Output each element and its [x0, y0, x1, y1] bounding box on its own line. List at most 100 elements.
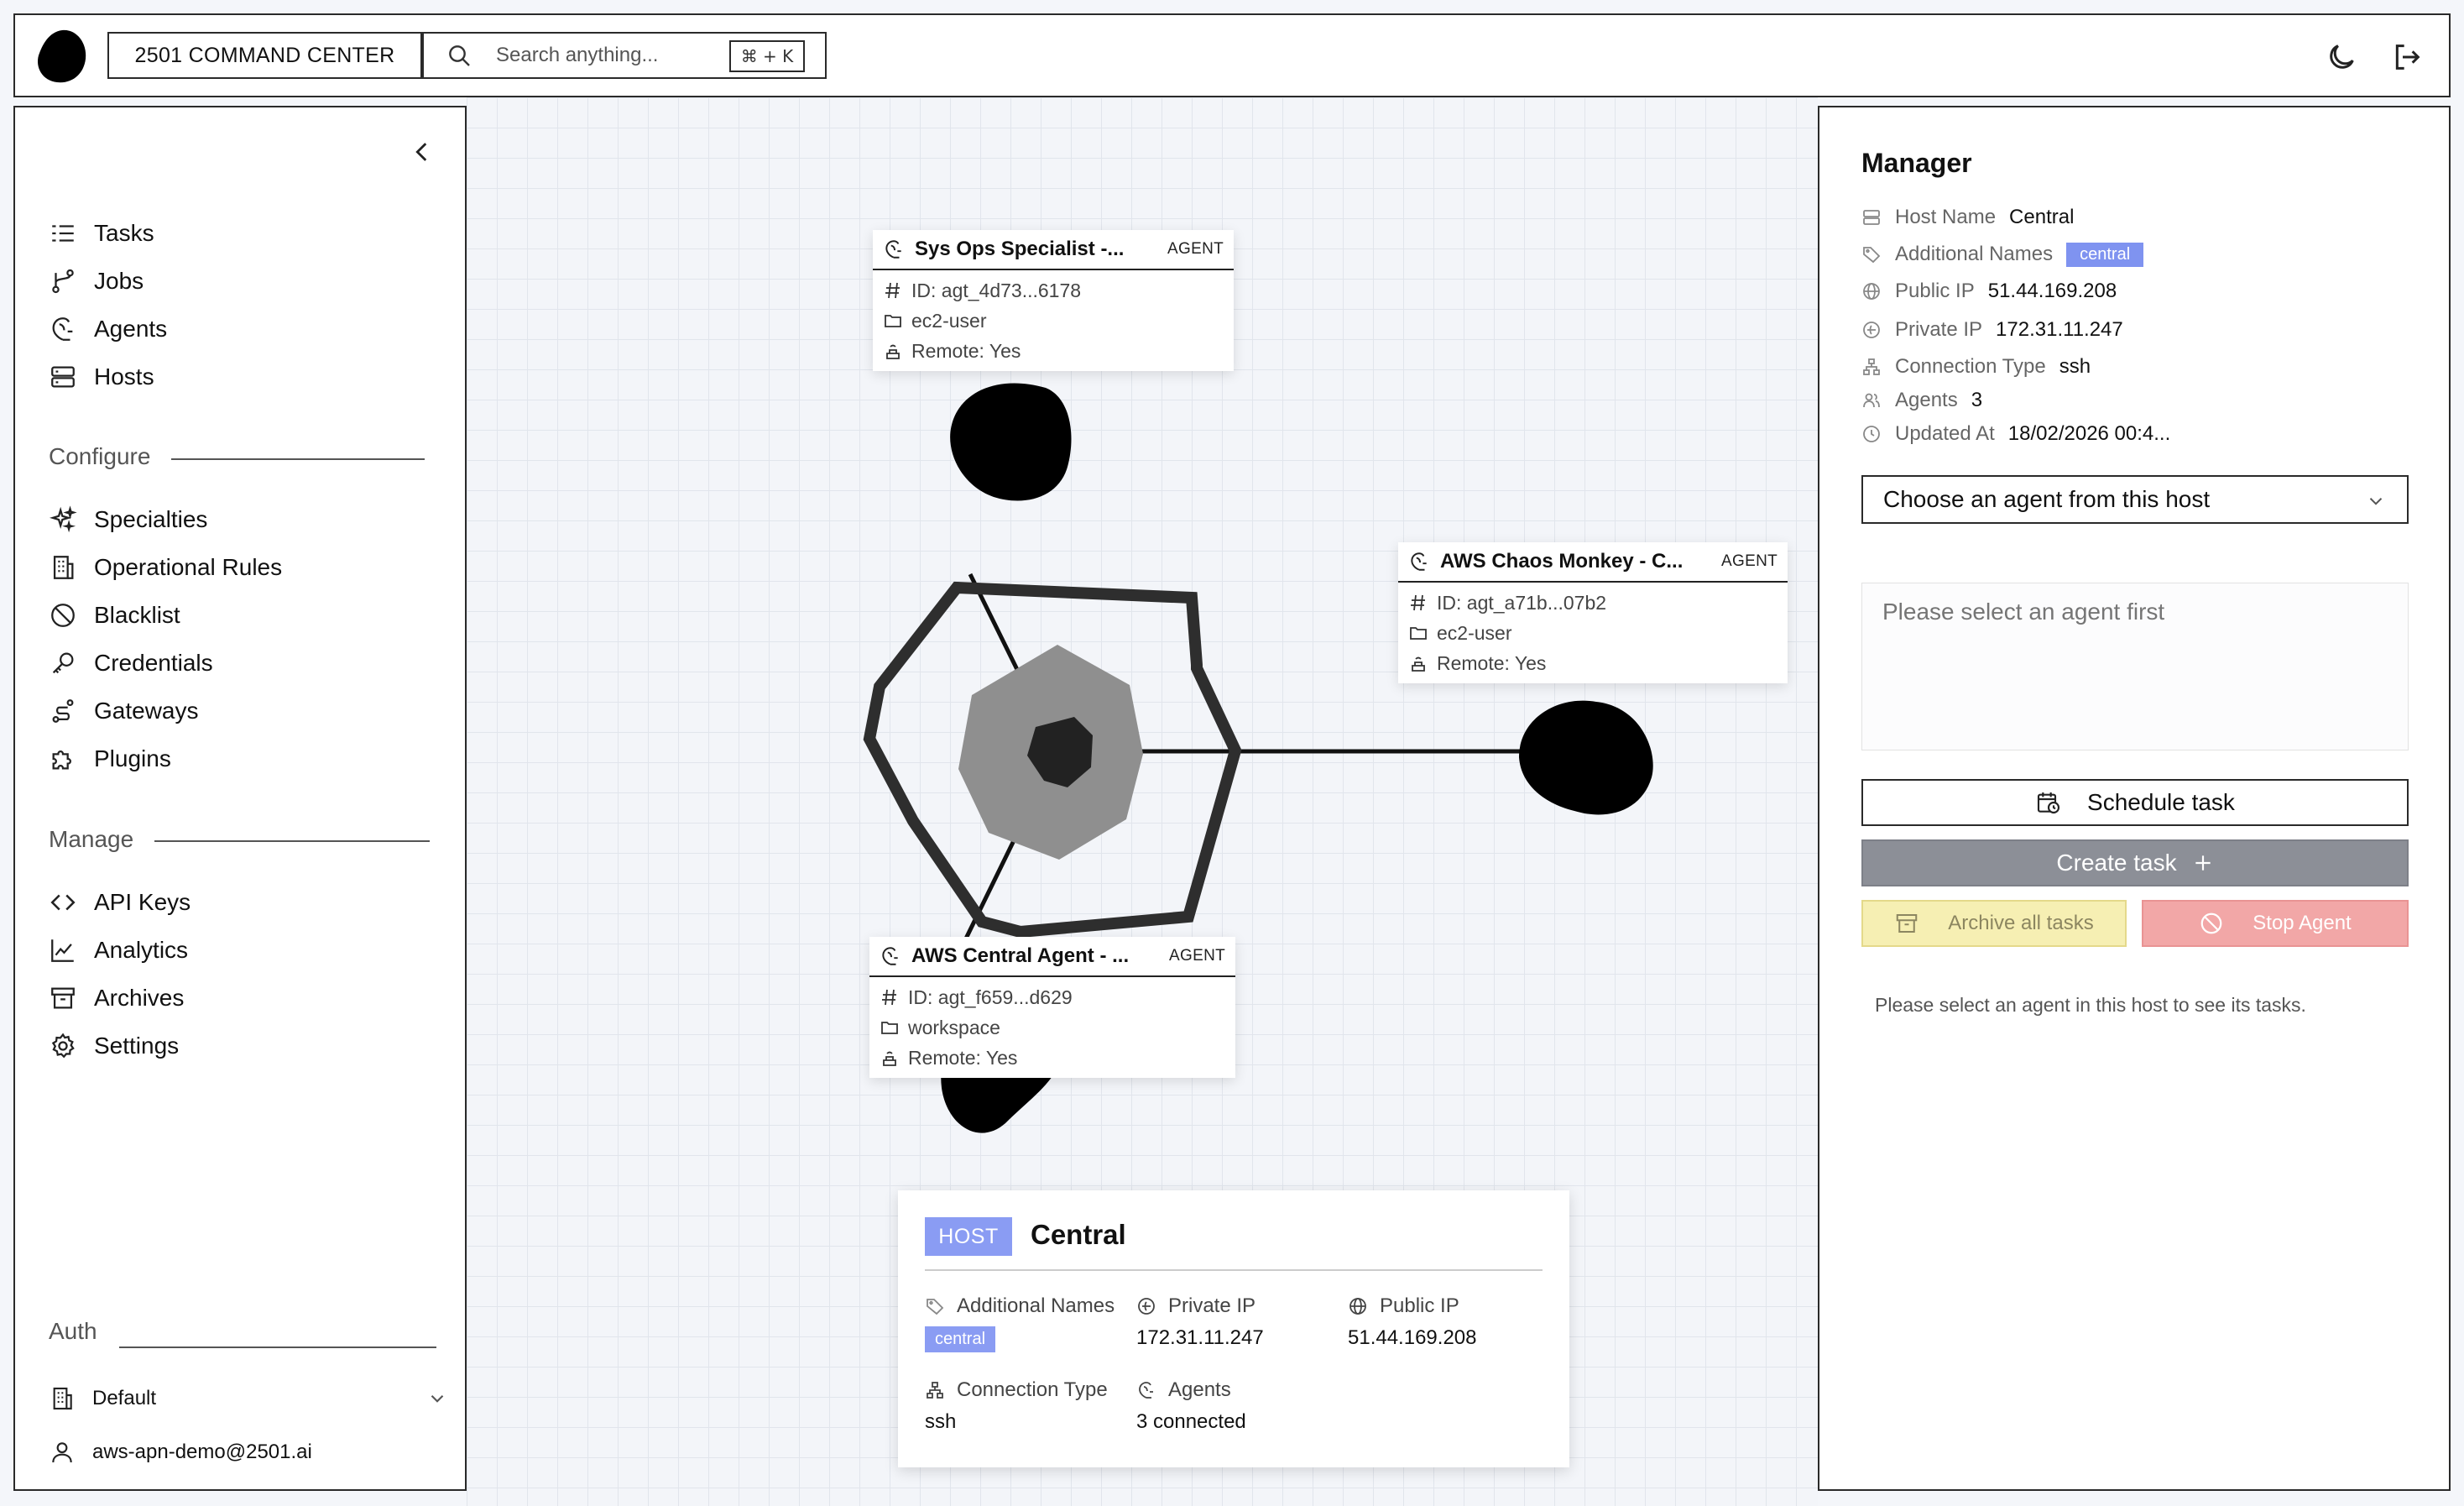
chevron-down-icon — [2369, 498, 2383, 505]
sidebar-item-label: Gateways — [94, 698, 199, 724]
graph-canvas[interactable]: Sys Ops Specialist -... AGENT ID: agt_4d… — [467, 97, 1818, 1506]
additional-name-chip: central — [2066, 242, 2144, 267]
sidebar-item-archives[interactable]: Archives — [49, 981, 184, 1015]
list-icon — [52, 225, 74, 242]
sidebar-item-analytics[interactable]: Analytics — [49, 933, 188, 967]
agent-card[interactable]: Sys Ops Specialist -... AGENT ID: agt_4d… — [873, 230, 1234, 371]
chart-line-icon — [51, 939, 74, 962]
agent-remote: Remote: Yes — [1437, 651, 1547, 674]
info-label: Private IP — [1895, 318, 1983, 341]
field-label: Public IP — [1380, 1294, 1459, 1317]
moon-icon[interactable] — [2325, 40, 2358, 74]
user-icon — [52, 1442, 72, 1463]
create-task-button[interactable]: Create task — [1861, 839, 2409, 886]
sidebar-item-api-keys[interactable]: API Keys — [49, 886, 191, 919]
info-label: Additional Names — [1895, 243, 2054, 265]
search-box[interactable]: ⌘ + K — [422, 32, 827, 79]
stop-agent-button[interactable]: Stop Agent — [2142, 900, 2409, 947]
network-tree-icon — [1863, 358, 1880, 375]
ban-icon — [51, 604, 75, 627]
puzzle-icon — [52, 750, 71, 770]
host-badge: HOST — [925, 1217, 1012, 1256]
search-icon — [449, 45, 470, 66]
info-label: Agents — [1895, 389, 1958, 411]
agent-icon — [1139, 1382, 1153, 1399]
chevron-down-icon — [431, 1394, 444, 1403]
task-prompt-textarea[interactable] — [1861, 583, 2409, 750]
command-center-button[interactable]: 2501 COMMAND CENTER — [107, 32, 422, 79]
host-additional-names: Additional Names central — [925, 1293, 1115, 1352]
field-label: Private IP — [1168, 1294, 1256, 1317]
sidebar-item-label: Plugins — [94, 745, 171, 771]
server-icon — [1863, 210, 1880, 225]
search-shortcut-hint: ⌘ + K — [729, 40, 805, 72]
info-host-name: Host Name Central — [1861, 203, 2074, 232]
logo-blob-icon[interactable] — [32, 27, 91, 86]
user-account[interactable]: aws-apn-demo@2501.ai — [49, 1435, 312, 1469]
sidebar-item-label: Blacklist — [94, 602, 180, 628]
info-label: Updated At — [1895, 422, 1995, 445]
info-value: 172.31.11.247 — [1996, 318, 2123, 341]
remote-icon — [1412, 656, 1425, 672]
sidebar: Tasks Jobs Agents Hosts Configure Specia… — [13, 106, 467, 1491]
sidebar-item-label: Credentials — [94, 650, 213, 676]
sidebar-item-credentials[interactable]: Credentials — [49, 646, 213, 680]
sidebar-item-operational-rules[interactable]: Operational Rules — [49, 551, 282, 584]
info-public-ip: Public IP 51.44.169.208 — [1861, 277, 2117, 306]
host-agents: Agents 3 connected — [1136, 1377, 1246, 1434]
sidebar-item-gateways[interactable]: Gateways — [49, 694, 199, 728]
top-bar: 2501 COMMAND CENTER ⌘ + K — [13, 13, 2451, 97]
collapse-sidebar-icon[interactable] — [408, 138, 436, 166]
info-additional-names: Additional Names central — [1861, 240, 2144, 269]
info-value: ssh — [2059, 355, 2091, 378]
sidebar-item-settings[interactable]: Settings — [49, 1029, 179, 1063]
agent-card[interactable]: AWS Chaos Monkey - C... AGENT ID: agt_a7… — [1398, 542, 1788, 683]
sidebar-item-blacklist[interactable]: Blacklist — [49, 599, 180, 632]
network-icon — [1138, 1298, 1155, 1315]
agent-tag: AGENT — [1167, 240, 1224, 258]
field-value: 3 connected — [1136, 1410, 1246, 1433]
configure-section-label: Configure — [49, 443, 151, 469]
key-icon — [52, 652, 74, 674]
info-value: 51.44.169.208 — [1987, 280, 2117, 302]
user-email: aws-apn-demo@2501.ai — [92, 1441, 312, 1463]
sidebar-item-plugins[interactable]: Plugins — [49, 742, 171, 776]
agent-node-blob — [1519, 700, 1653, 815]
search-input[interactable] — [496, 44, 706, 67]
sidebar-item-label: Settings — [94, 1033, 180, 1059]
info-updated-at: Updated At 18/02/2026 00:4... — [1861, 420, 2170, 448]
sidebar-item-jobs[interactable]: Jobs — [49, 264, 144, 298]
agent-card[interactable]: AWS Central Agent - ... AGENT ID: agt_f6… — [869, 937, 1235, 1078]
sidebar-item-specialties[interactable]: Specialties — [49, 503, 207, 536]
manager-panel: Manager Host Name Central Additional Nam… — [1818, 106, 2451, 1491]
users-icon — [1863, 393, 1880, 408]
divider — [119, 1347, 436, 1348]
agent-icon — [885, 240, 901, 259]
logout-icon[interactable] — [2390, 40, 2424, 74]
agent-user: ec2-user — [911, 309, 987, 332]
agent-select[interactable]: Choose an agent from this host — [1861, 475, 2409, 524]
agent-id: ID: agt_4d73...6178 — [911, 279, 1082, 301]
sidebar-item-agents[interactable]: Agents — [49, 312, 167, 346]
remote-icon — [886, 344, 900, 359]
folder-icon — [881, 1022, 898, 1034]
tag-icon — [1863, 247, 1881, 264]
org-selector[interactable]: Default — [49, 1382, 448, 1415]
agent-icon — [1411, 552, 1427, 571]
sidebar-item-label: Jobs — [94, 268, 144, 294]
agent-select-value: Choose an agent from this host — [1883, 486, 2211, 512]
sidebar-item-hosts[interactable]: Hosts — [49, 360, 154, 394]
agent-name: AWS Chaos Monkey - C... — [1440, 550, 1684, 573]
server-icon — [51, 366, 75, 388]
building-icon — [53, 556, 74, 579]
agent-node-blob — [950, 383, 1072, 501]
schedule-task-button[interactable]: Schedule task — [1861, 779, 2409, 826]
archive-icon — [51, 987, 75, 1009]
sidebar-item-label: Specialties — [94, 506, 208, 532]
auth-section-label: Auth — [49, 1318, 97, 1344]
plus-icon — [2195, 855, 2211, 871]
sidebar-item-tasks[interactable]: Tasks — [49, 217, 154, 250]
info-connection-type: Connection Type ssh — [1861, 353, 2091, 381]
tasks-empty-hint: Please select an agent in this host to s… — [1875, 994, 2306, 1016]
archive-all-tasks-button[interactable]: Archive all tasks — [1861, 900, 2127, 947]
